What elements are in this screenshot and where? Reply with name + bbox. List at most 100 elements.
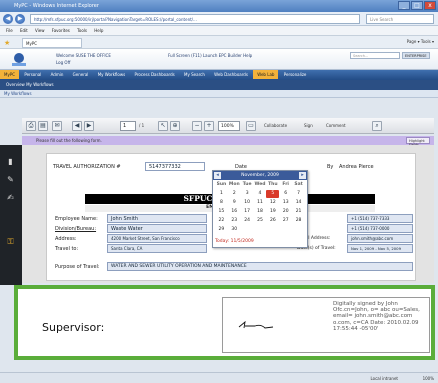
nav-item[interactable]: My Workflows xyxy=(94,70,130,79)
nav-item[interactable]: Process Dashboards xyxy=(131,70,179,79)
calendar-today[interactable]: Today: 11/5/2009 xyxy=(215,239,254,244)
find-icon[interactable]: ⌕ xyxy=(372,121,382,131)
phone-field[interactable]: +1 (514) 737-7333 xyxy=(347,214,413,223)
calendar-day[interactable]: 15 xyxy=(215,208,228,216)
status-zoom[interactable]: 100% xyxy=(423,376,434,381)
calendar-day[interactable]: 27 xyxy=(279,217,292,225)
comment-button[interactable]: Comment xyxy=(326,123,346,128)
email-icon[interactable]: ✉ xyxy=(52,121,62,131)
portal-sub-nav[interactable]: Overview My Workflows xyxy=(0,80,438,90)
calendar-day[interactable]: 5 xyxy=(266,190,280,198)
division-field[interactable]: Waste Water xyxy=(107,224,207,233)
calendar-day[interactable]: 29 xyxy=(215,226,228,234)
calendar-day[interactable]: 24 xyxy=(241,217,254,225)
calendar-day[interactable]: 7 xyxy=(292,190,305,198)
calendar-day[interactable]: 17 xyxy=(241,208,254,216)
calendar-day[interactable]: 12 xyxy=(266,199,279,207)
key-icon[interactable]: ⚿ xyxy=(6,237,15,246)
calendar-day[interactable]: 4 xyxy=(254,190,267,198)
calendar-day[interactable]: 1 xyxy=(215,190,228,198)
pages-icon[interactable]: ▮ xyxy=(6,157,15,166)
dates-field[interactable]: Nov 1, 2009 - Nov 5, 2009 xyxy=(347,244,413,253)
calendar-day[interactable]: 18 xyxy=(254,208,267,216)
calendar-day[interactable]: 19 xyxy=(266,208,279,216)
signatures-icon[interactable]: ✍ xyxy=(6,193,15,202)
signature-field[interactable]: Digitally signed by John Ofc.cn=John, o=… xyxy=(222,297,430,353)
browser-tab-row: ★ MyPC Page ▾ Tools ▾ xyxy=(0,36,438,49)
highlight-fields-button[interactable]: Highlight Fields xyxy=(406,137,430,147)
zoom-tool-icon[interactable]: ⊕ xyxy=(170,121,180,131)
logoff-link[interactable]: Log Off xyxy=(56,60,70,65)
save-icon[interactable]: ▤ xyxy=(38,121,48,131)
calendar-day[interactable]: 6 xyxy=(279,190,292,198)
menu-tools[interactable]: Tools xyxy=(77,28,87,33)
calendar-day[interactable]: 28 xyxy=(292,217,305,225)
employee-name-field[interactable]: John Smith xyxy=(107,214,207,223)
calendar-day[interactable]: 25 xyxy=(254,217,267,225)
address-input[interactable]: http://mfs.sfpuc.org:50000/irj/portal?Na… xyxy=(30,14,360,24)
portal-search-input[interactable]: Search... xyxy=(350,52,400,59)
calendar-day[interactable]: 16 xyxy=(228,208,241,216)
menu-edit[interactable]: Edit xyxy=(20,28,28,33)
calendar-day[interactable]: 21 xyxy=(292,208,305,216)
calendar-day[interactable]: 9 xyxy=(228,199,241,207)
address-field[interactable]: 4200 Market Street, San Francisco xyxy=(107,234,207,243)
maximize-button[interactable]: □ xyxy=(411,1,423,10)
portal-header-links[interactable]: Full Screen (F11) Launch EPC Builder Hel… xyxy=(168,53,252,58)
minimize-button[interactable]: _ xyxy=(398,1,410,10)
calendar-day[interactable]: 14 xyxy=(292,199,305,207)
menu-help[interactable]: Help xyxy=(94,28,103,33)
calendar-day[interactable]: 8 xyxy=(215,199,228,207)
travel-auth-field[interactable]: 5147377332 xyxy=(145,162,205,171)
print-icon[interactable]: ⎙ xyxy=(26,121,36,131)
next-page-icon[interactable]: ▶ xyxy=(84,121,94,131)
travel-to-field[interactable]: Santa Clara, CA xyxy=(107,244,207,253)
favorites-star-icon[interactable]: ★ xyxy=(4,39,10,47)
nav-item[interactable]: MyPC xyxy=(0,70,20,79)
calendar-day[interactable]: 13 xyxy=(279,199,292,207)
fax-field[interactable]: +1 (514) 737-0000 xyxy=(347,224,413,233)
handwritten-signature xyxy=(238,320,274,329)
zoom-level-select[interactable]: 100% xyxy=(218,121,240,131)
nav-item[interactable]: Web Lab xyxy=(253,70,279,79)
calendar-day[interactable]: 22 xyxy=(215,217,228,225)
fit-page-icon[interactable]: ▭ xyxy=(246,121,256,131)
page-number-input[interactable]: 1 xyxy=(120,121,136,131)
calendar-day[interactable]: 23 xyxy=(228,217,241,225)
email-field[interactable]: john.smith@abc.com xyxy=(347,234,413,243)
sign-button[interactable]: Sign xyxy=(304,123,313,128)
nav-item[interactable]: Personalize xyxy=(280,70,311,79)
calendar-day[interactable]: 20 xyxy=(279,208,292,216)
select-tool-icon[interactable]: ↖ xyxy=(158,121,168,131)
calendar-day[interactable]: 11 xyxy=(254,199,267,207)
calendar-day[interactable]: 10 xyxy=(241,199,254,207)
next-month-icon[interactable]: ▸ xyxy=(299,172,306,179)
nav-item[interactable]: Web Dashboards xyxy=(210,70,252,79)
nav-item[interactable]: My Search xyxy=(180,70,209,79)
portal-search-scope[interactable]: ENTERPRISE xyxy=(402,52,430,59)
collaborate-button[interactable]: Collaborate xyxy=(264,123,287,128)
menu-favorites[interactable]: Favorites xyxy=(52,28,70,33)
zoom-in-icon[interactable]: + xyxy=(204,121,214,131)
back-icon[interactable]: ◀ xyxy=(3,14,13,24)
attachments-icon[interactable]: ✎ xyxy=(6,175,15,184)
zoom-out-icon[interactable]: − xyxy=(192,121,202,131)
nav-item[interactable]: General xyxy=(69,70,93,79)
browser-search-input[interactable]: Live Search xyxy=(366,14,434,24)
forward-icon[interactable]: ▶ xyxy=(15,14,25,24)
nav-item[interactable]: Admin xyxy=(47,70,68,79)
ie-command-bar[interactable]: Page ▾ Tools ▾ xyxy=(407,39,434,44)
menu-view[interactable]: View xyxy=(35,28,45,33)
close-button[interactable]: x xyxy=(424,1,436,10)
tab-mypc[interactable]: MyPC xyxy=(22,38,82,48)
prev-page-icon[interactable]: ◀ xyxy=(72,121,82,131)
nav-item[interactable]: Personal xyxy=(20,70,45,79)
date-picker-popup[interactable]: November, 2009 ◂ ▸ Sun Mon Tue Wed Thu Fri Sat… xyxy=(212,170,308,248)
calendar-day[interactable]: 2 xyxy=(228,190,241,198)
calendar-day[interactable]: 26 xyxy=(266,217,279,225)
purpose-field[interactable]: WATER AND SEWER UTILITY OPERATION AND MA… xyxy=(107,262,413,271)
prev-month-icon[interactable]: ◂ xyxy=(214,172,221,179)
calendar-day[interactable]: 30 xyxy=(228,226,241,234)
calendar-day[interactable]: 3 xyxy=(241,190,254,198)
menu-file[interactable]: File xyxy=(6,28,13,33)
